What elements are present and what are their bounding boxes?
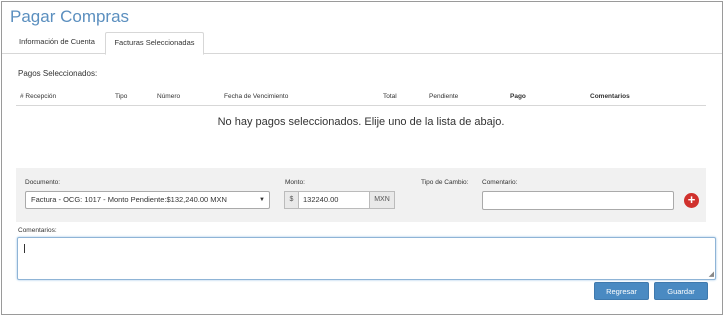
column-header-comentarios[interactable]: Comentarios <box>590 93 630 100</box>
tab-informacion-cuenta[interactable]: Información de Cuenta <box>10 32 104 54</box>
comentario-label: Comentario: <box>482 179 518 186</box>
regresar-button[interactable]: Regresar <box>594 282 649 300</box>
payments-table-header: # Recepción Tipo Número Fecha de Vencimi… <box>16 88 706 106</box>
documento-selected-value: Factura - OCG: 1017 - Monto Pendiente:$1… <box>31 195 227 204</box>
documento-select[interactable]: Factura - OCG: 1017 - Monto Pendiente:$1… <box>25 191 270 209</box>
currency-addon: MXN <box>369 191 395 209</box>
selected-payments-label: Pagos Seleccionados: <box>18 69 98 78</box>
resize-handle-icon[interactable]: ◢ <box>709 270 714 278</box>
documento-label: Documento: <box>25 179 61 186</box>
comentario-input[interactable] <box>482 191 674 210</box>
text-cursor <box>24 244 25 253</box>
empty-payments-message: No hay pagos seleccionados. Elije uno de… <box>217 116 505 128</box>
page-title: Pagar Compras <box>10 7 130 26</box>
monto-input[interactable]: 132240.00 <box>299 191 369 209</box>
comments-textarea[interactable]: ◢ <box>17 237 716 280</box>
tab-facturas-seleccionadas[interactable]: Facturas Seleccionadas <box>105 32 204 55</box>
column-header-fecha-vencimiento[interactable]: Fecha de Vencimiento <box>224 93 288 100</box>
column-header-total[interactable]: Total <box>383 93 397 100</box>
add-payment-icon[interactable]: + <box>684 193 699 208</box>
chevron-down-icon: ▼ <box>259 197 265 203</box>
tab-bar: Información de Cuenta Facturas Seleccion… <box>2 32 722 55</box>
guardar-button[interactable]: Guardar <box>654 282 708 300</box>
column-header-pago[interactable]: Pago <box>510 93 526 100</box>
dollar-addon: $ <box>284 191 299 209</box>
comments-label: Comentarios: <box>18 227 57 234</box>
tipo-cambio-label: Tipo de Cambio: <box>421 179 469 186</box>
column-header-pendiente[interactable]: Pendiente <box>429 93 458 100</box>
column-header-recepcion[interactable]: # Recepción <box>20 93 56 100</box>
column-header-tipo[interactable]: Tipo <box>115 93 127 100</box>
monto-label: Monto: <box>285 179 305 186</box>
column-header-numero[interactable]: Número <box>157 93 180 100</box>
